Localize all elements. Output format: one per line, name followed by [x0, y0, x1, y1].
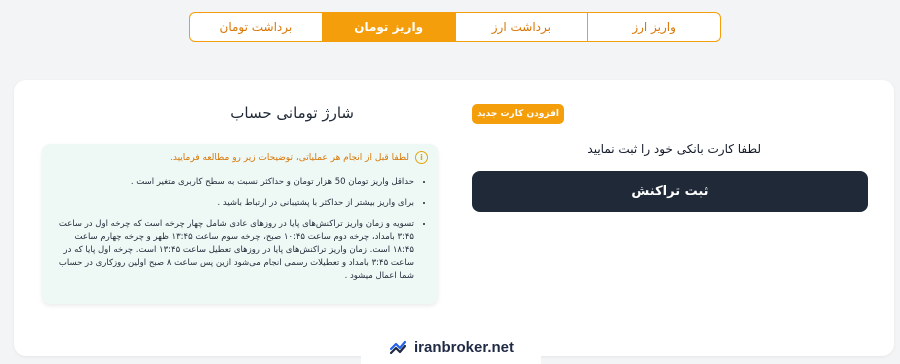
tab-deposit-toman[interactable]: واریز تومان	[322, 13, 456, 41]
info-item-contact-support: برای واریز بیشتر از حداکثر با پشتیبانی د…	[56, 197, 414, 210]
watermark-text: iranbroker.net	[413, 338, 515, 356]
bank-card-prompt: لطفا کارت بانکی خود را ثبت نمایید	[587, 142, 761, 156]
submit-transaction-button[interactable]: ثبت تراکنش	[472, 171, 868, 212]
info-icon: i	[415, 151, 428, 164]
tab-deposit-crypto[interactable]: واریز ارز	[588, 13, 720, 41]
section-title: شارژ تومانی حساب	[230, 104, 354, 122]
tab-withdraw-toman[interactable]: برداشت تومان	[190, 13, 323, 41]
deposit-withdraw-tabs: برداشت تومان واریز تومان برداشت ارز واری…	[189, 12, 721, 42]
info-header: i لطفا قبل از انجام هر عملیاتی، توضیحات …	[56, 151, 428, 164]
toman-charge-card: شارژ تومانی حساب افزودن کارت جدید لطفا ک…	[14, 80, 894, 356]
tab-withdraw-crypto[interactable]: برداشت ارز	[456, 13, 589, 41]
info-notice-box: i لطفا قبل از انجام هر عملیاتی، توضیحات …	[42, 144, 438, 304]
watermark: iranbroker.net	[361, 330, 541, 364]
add-card-button[interactable]: افزودن کارت جدید	[472, 104, 564, 124]
info-item-min-deposit: حداقل واریز تومان 50 هزار تومان و حداکثر…	[56, 176, 414, 189]
info-item-paya-settlement: تسویه و زمان واریز تراکنش‌های پایا در رو…	[56, 218, 414, 283]
iranbroker-logo-icon	[389, 340, 407, 355]
info-header-text: لطفا قبل از انجام هر عملیاتی، توضیحات زی…	[169, 152, 409, 163]
info-list: حداقل واریز تومان 50 هزار تومان و حداکثر…	[56, 176, 428, 283]
